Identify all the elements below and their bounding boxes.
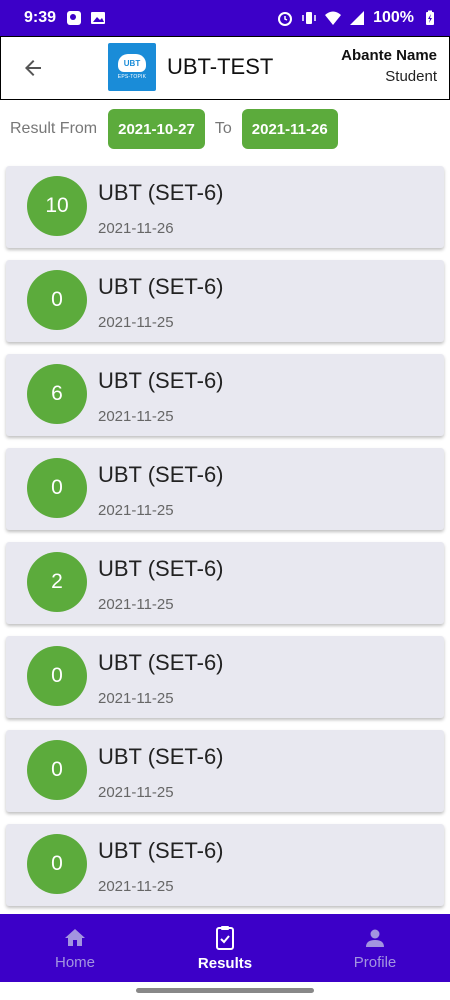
result-date: 2021-11-25: [98, 502, 174, 519]
app-header: UBT EPS-TOPIK UBT-TEST Abante Name Stude…: [0, 36, 450, 100]
app-notification-icon: [67, 11, 82, 25]
result-title: UBT (SET-6): [98, 274, 224, 299]
status-time: 9:39: [24, 9, 57, 26]
image-notification-icon: [91, 12, 106, 24]
result-card[interactable]: 0 UBT (SET-6) 2021-11-25: [6, 730, 444, 812]
score-badge: 10: [27, 176, 87, 236]
score-badge: 2: [27, 552, 87, 612]
vibrate-icon: [302, 12, 316, 24]
nav-profile-label: Profile: [353, 953, 397, 971]
bottom-navigation: Home Results Profile: [0, 914, 450, 982]
battery-charging-icon: [426, 10, 434, 25]
result-date: 2021-11-25: [98, 408, 174, 425]
logo-cloud-icon: UBT: [118, 54, 146, 72]
result-card[interactable]: 0 UBT (SET-6) 2021-11-25: [6, 824, 444, 906]
from-date-button[interactable]: 2021-10-27: [108, 109, 205, 149]
nav-home-label: Home: [54, 953, 95, 971]
back-button[interactable]: [1, 37, 65, 99]
nav-home[interactable]: Home: [0, 914, 150, 982]
result-card[interactable]: 0 UBT (SET-6) 2021-11-25: [6, 636, 444, 718]
user-name: Abante Name: [341, 47, 437, 64]
score-badge: 0: [27, 834, 87, 894]
nav-profile[interactable]: Profile: [300, 914, 450, 982]
person-icon: [366, 929, 384, 947]
score-badge: 0: [27, 740, 87, 800]
result-card[interactable]: 6 UBT (SET-6) 2021-11-25: [6, 354, 444, 436]
result-title: UBT (SET-6): [98, 180, 224, 205]
result-date: 2021-11-26: [98, 220, 174, 237]
score-badge: 0: [27, 646, 87, 706]
clipboard-check-icon: [216, 925, 234, 950]
result-date: 2021-11-25: [98, 878, 174, 895]
result-date: 2021-11-25: [98, 596, 174, 613]
home-icon: [65, 928, 85, 946]
status-bar: 9:39 100%: [0, 0, 450, 36]
wifi-icon: [325, 11, 342, 25]
result-title: UBT (SET-6): [98, 838, 224, 863]
battery-percent: 100%: [373, 9, 414, 26]
result-title: UBT (SET-6): [98, 556, 224, 581]
arrow-back-icon: [25, 60, 41, 76]
score-badge: 6: [27, 364, 87, 424]
signal-icon: [350, 11, 365, 25]
score-badge: 0: [27, 458, 87, 518]
nav-results[interactable]: Results: [150, 914, 300, 982]
result-title: UBT (SET-6): [98, 744, 224, 769]
result-card[interactable]: 10 UBT (SET-6) 2021-11-26: [6, 166, 444, 248]
result-date: 2021-11-25: [98, 314, 174, 331]
user-info: Abante Name Student: [341, 47, 437, 85]
nav-results-label: Results: [197, 954, 253, 972]
user-role: Student: [385, 68, 437, 85]
result-card[interactable]: 0 UBT (SET-6) 2021-11-25: [6, 260, 444, 342]
to-date-button[interactable]: 2021-11-26: [241, 109, 338, 149]
results-list: 10 UBT (SET-6) 2021-11-26 0 UBT (SET-6) 2021-…: [6, 166, 444, 918]
result-title: UBT (SET-6): [98, 462, 224, 487]
app-logo: UBT EPS-TOPIK: [108, 43, 156, 91]
gesture-bar: [0, 982, 450, 1000]
app-title: UBT-TEST: [167, 54, 274, 79]
alarm-icon: [278, 12, 293, 26]
score-badge: 0: [27, 270, 87, 330]
logo-subtext: EPS-TOPIK: [117, 74, 147, 80]
gesture-handle[interactable]: [136, 988, 314, 993]
date-filter: Result From 2021-10-27 To 2021-11-26: [10, 109, 338, 149]
result-title: UBT (SET-6): [98, 368, 224, 393]
result-card[interactable]: 2 UBT (SET-6) 2021-11-25: [6, 542, 444, 624]
result-from-label: Result From: [10, 120, 98, 137]
result-card[interactable]: 0 UBT (SET-6) 2021-11-25: [6, 448, 444, 530]
result-date: 2021-11-25: [98, 690, 174, 707]
result-date: 2021-11-25: [98, 784, 174, 801]
result-title: UBT (SET-6): [98, 650, 224, 675]
to-label: To: [214, 120, 232, 137]
